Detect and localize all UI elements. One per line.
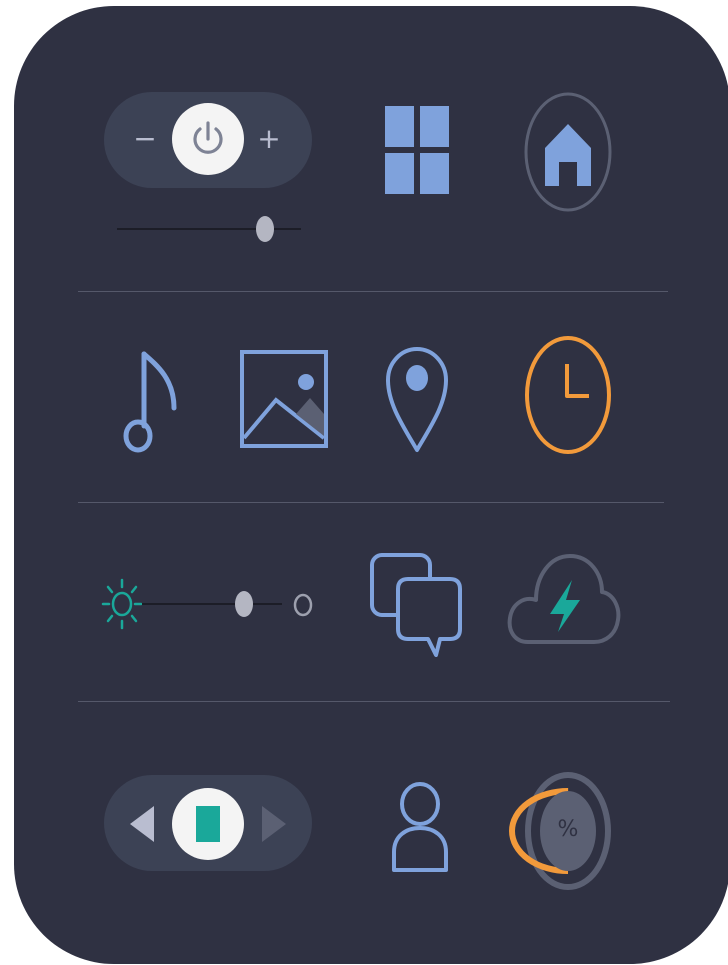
divider-1 (78, 291, 668, 292)
power-slider[interactable] (117, 214, 301, 244)
stop-icon[interactable] (196, 806, 220, 842)
divider-2 (78, 502, 664, 503)
music-note-icon (123, 351, 177, 453)
media-control[interactable] (104, 775, 312, 871)
user-icon (392, 782, 448, 872)
cloud-lightning-icon (507, 554, 621, 644)
prev-arrow-icon[interactable] (130, 806, 154, 842)
icon-panel: − + % (14, 6, 728, 964)
brightness-slider[interactable] (142, 589, 282, 619)
minus-label[interactable]: − (130, 125, 160, 153)
sun-icon (101, 578, 143, 630)
chat-bubbles-icon (370, 553, 462, 657)
brightness-slider-thumb[interactable] (235, 591, 253, 617)
percent-label: % (557, 817, 579, 842)
clock-icon (525, 336, 611, 454)
next-arrow-icon[interactable] (262, 806, 286, 842)
location-pin-icon (386, 347, 448, 452)
home-icon (524, 92, 612, 212)
power-toggle[interactable]: − + (104, 92, 312, 188)
divider-3 (78, 701, 670, 702)
circle-icon (293, 593, 313, 617)
plus-label[interactable]: + (254, 125, 284, 153)
power-icon (193, 121, 223, 154)
power-slider-thumb[interactable] (256, 216, 274, 242)
percent-gauge: % (509, 769, 627, 893)
grid-icon (385, 106, 449, 194)
image-icon (240, 350, 328, 448)
